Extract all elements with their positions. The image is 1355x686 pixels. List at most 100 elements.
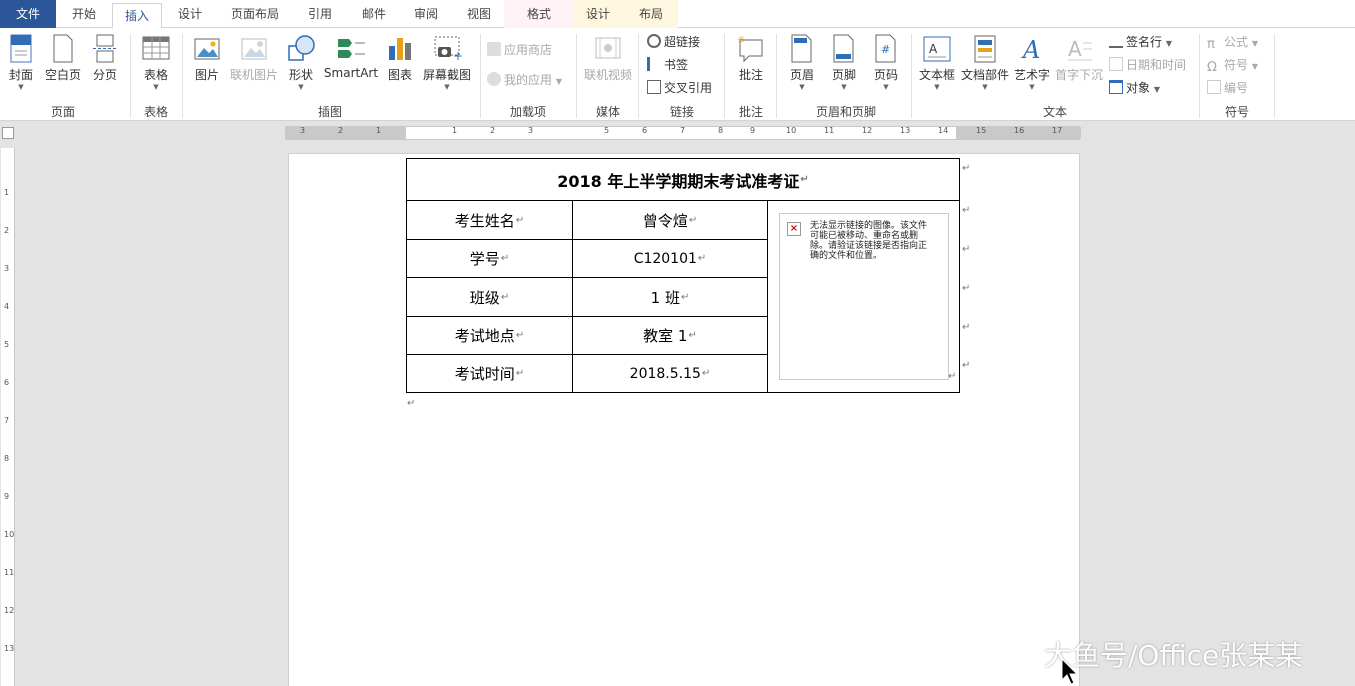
group-separator [776,34,777,118]
tab-format[interactable]: 格式 [514,0,564,28]
ruler-label: 8 [4,454,10,463]
table-value-cell[interactable]: 2018.5.15 ↵ [572,354,768,393]
app-store-button[interactable]: 应用商店 [487,40,552,60]
blank-page-button[interactable]: 空白页 [43,34,83,83]
group-separator [480,34,481,118]
text-box-button[interactable]: A 文本框 ▼ [917,34,957,91]
symbol-button[interactable]: Ω 符号 ▼ [1207,55,1258,75]
tab-review[interactable]: 审阅 [402,0,450,28]
value-name: 曾令煊 [642,211,688,230]
page-number-button[interactable]: # 页码 ▼ [870,34,902,91]
page-break-button[interactable]: 分页 [88,34,122,83]
equation-button[interactable]: π 公式 ▼ [1207,32,1258,52]
table-label-cell[interactable]: 考试时间 ↵ [406,354,573,393]
chart-button[interactable]: 图表 [384,34,416,83]
symbol-label: 符号 [1224,58,1249,72]
end-of-row-mark: ↵ [962,283,971,294]
ruler-label: 5 [4,340,10,349]
date-time-label: 日期和时间 [1126,58,1187,72]
vertical-ruler[interactable]: 1 2 3 4 5 6 7 8 9 10 11 12 13 [1,148,15,686]
end-of-row-mark: ↵ [962,360,971,371]
blank-page-label: 空白页 [44,68,81,82]
tab-selector[interactable] [2,127,14,139]
table-button[interactable]: 表格 ▼ [138,34,174,91]
quick-parts-button[interactable]: 文档部件 ▼ [959,34,1011,91]
ruler-label: 7 [680,126,686,135]
footer-button[interactable]: 页脚 ▼ [827,34,861,91]
table-value-cell[interactable]: 教室 1 ↵ [572,316,768,355]
table-label-cell[interactable]: 学号 ↵ [406,239,573,278]
group-label-text: 文本 [1042,105,1067,119]
tab-file[interactable]: 文件 [0,0,56,28]
tab-insert[interactable]: 插入 [112,3,162,29]
ruler-label: 6 [642,126,648,135]
table-value-cell[interactable]: C120101 ↵ [572,239,768,278]
picture-label: 图片 [194,68,219,82]
tab-table-layout[interactable]: 布局 [626,0,676,28]
table-title-cell[interactable]: 2018 年上半学期期末考试准考证 ↵ [406,158,960,201]
page-break-label: 分页 [92,68,117,82]
my-apps-button[interactable]: 我的应用 ▼ [487,70,562,90]
broken-image-placeholder[interactable]: × 无法显示链接的图像。该文件可能已被移动、重命名或删除。请验证该链接是否指向正… [779,213,949,380]
cross-reference-button[interactable]: 交叉引用 [647,78,712,98]
wordart-button[interactable]: A 艺术字 ▼ [1012,34,1052,91]
online-picture-button[interactable]: 联机图片 [228,34,280,83]
ruler-label: 2 [338,126,344,135]
bookmark-button[interactable]: 书签 [647,55,688,75]
table-label-cell[interactable]: 班级 ↵ [406,277,573,317]
tab-page-layout[interactable]: 页面布局 [220,0,290,28]
calendar-icon [1109,57,1123,71]
object-button[interactable]: 对象 ▼ [1109,78,1160,98]
cover-page-button[interactable]: 封面 ▼ [4,34,38,91]
numbering-button[interactable]: 编号 [1207,78,1248,98]
picture-button[interactable]: 图片 [190,34,224,83]
header-icon [791,34,812,63]
paragraph-mark: ↵ [500,291,510,303]
chevron-down-icon: ▼ [841,83,847,91]
tab-references[interactable]: 引用 [296,0,344,28]
value-location: 教室 1 [643,327,688,345]
cross-reference-icon [647,80,661,94]
ruler-label: 1 [4,188,10,197]
drop-cap-button[interactable]: A 首字下沉 [1054,34,1104,83]
tab-view[interactable]: 视图 [454,0,504,28]
ruler-label: 10 [4,530,15,539]
svg-text:A: A [929,42,938,56]
signature-line-button[interactable]: 签名行 ▼ [1109,32,1172,52]
screenshot-icon: + [434,36,462,63]
cell-end-mark: ↵ [948,371,957,382]
table-value-cell[interactable]: 曾令煊 ↵ [572,200,768,240]
screenshot-button[interactable]: + 屏幕截图 ▼ [420,34,474,91]
tab-design[interactable]: 设计 [164,0,216,28]
table-icon [142,36,170,60]
tab-mailings[interactable]: 邮件 [350,0,398,28]
chevron-down-icon: ▼ [883,83,889,91]
shapes-button[interactable]: 形状 ▼ [284,34,318,91]
tab-home[interactable]: 开始 [58,0,110,28]
app-store-label: 应用商店 [504,43,553,57]
ruler-label: 6 [4,378,10,387]
horizontal-ruler[interactable]: 3 2 1 1 2 3 5 6 7 8 9 10 11 12 13 14 15 … [285,126,1081,140]
table-label-cell[interactable]: 考试地点 ↵ [406,316,573,355]
link-icon [647,34,661,48]
hyperlink-button[interactable]: 超链接 [647,32,700,52]
tab-table-design[interactable]: 设计 [574,0,622,28]
cross-reference-label: 交叉引用 [664,81,713,95]
numbering-icon [1207,80,1221,94]
shapes-icon [288,35,315,61]
table-value-cell[interactable]: 1 班 ↵ [572,277,768,317]
comment-button[interactable]: ✳ 批注 [733,34,769,83]
cover-page-label: 封面 [8,68,33,82]
store-icon [487,42,501,56]
header-button[interactable]: 页眉 ▼ [786,34,818,91]
exam-title: 2018 年上半学期期末考试准考证 [557,171,800,191]
online-video-button[interactable]: 联机视频 [581,34,635,83]
page-number-icon: # [875,34,896,63]
group-label-comments: 批注 [738,105,763,119]
drop-cap-label: 首字下沉 [1054,68,1103,82]
table-label-cell[interactable]: 考生姓名 ↵ [406,200,573,240]
smartart-button[interactable]: SmartArt [322,34,380,80]
group-label-links: 链接 [669,105,694,119]
ruler-label: 16 [1014,126,1025,135]
date-time-button[interactable]: 日期和时间 [1109,55,1186,75]
